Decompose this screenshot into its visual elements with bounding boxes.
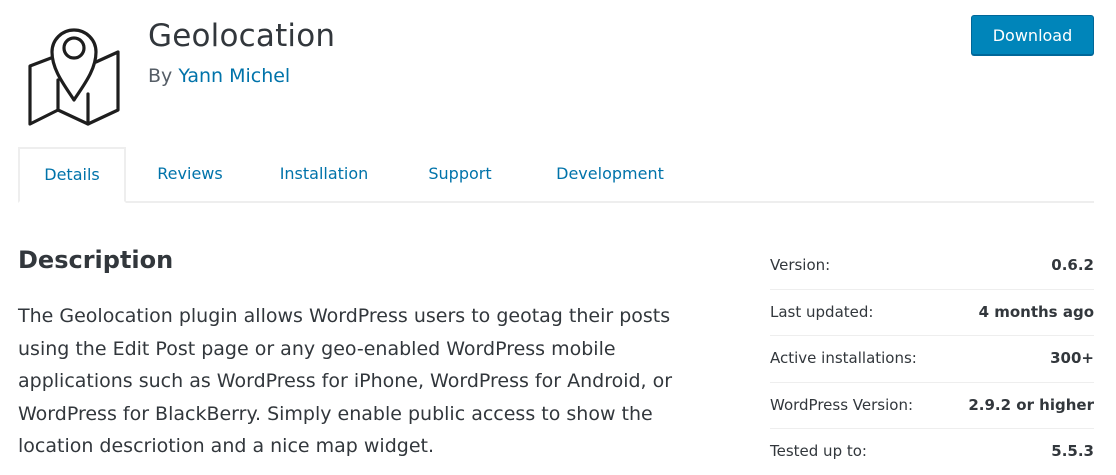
meta-row-tested-up-to: Tested up to: 5.5.3: [770, 429, 1094, 475]
description-text: The Geolocation plugin allows WordPress …: [18, 305, 673, 457]
byline-prefix: By: [148, 65, 179, 87]
plugin-meta: Version: 0.6.2 Last updated: 4 months ag…: [770, 243, 1094, 475]
plugin-title: Geolocation: [148, 18, 336, 54]
plugin-tabs: Details Reviews Installation Support Dev…: [18, 147, 1094, 203]
description-heading: Description: [18, 246, 174, 274]
meta-value: 300+: [1050, 349, 1094, 367]
meta-row-wordpress-version: WordPress Version: 2.9.2 or higher: [770, 383, 1094, 429]
tab-reviews[interactable]: Reviews: [144, 147, 236, 201]
plugin-byline: By Yann Michel: [148, 65, 290, 87]
meta-value: 0.6.2: [1051, 256, 1094, 274]
download-button[interactable]: Download: [971, 15, 1094, 55]
meta-label: WordPress Version:: [770, 395, 914, 414]
plugin-icon: [18, 14, 130, 126]
meta-row-last-updated: Last updated: 4 months ago: [770, 290, 1094, 336]
meta-label: Active installations:: [770, 349, 917, 367]
meta-row-active-installations: Active installations: 300+: [770, 336, 1094, 383]
meta-value: 5.5.3: [1051, 442, 1094, 460]
author-link[interactable]: Yann Michel: [178, 65, 290, 87]
meta-value: 2.9.2 or higher: [968, 395, 1094, 414]
meta-label: Version:: [770, 256, 831, 274]
tab-details[interactable]: Details: [18, 147, 126, 203]
meta-label: Last updated:: [770, 302, 874, 321]
meta-value: 4 months ago: [978, 302, 1094, 321]
meta-row-version: Version: 0.6.2: [770, 243, 1094, 290]
tab-support[interactable]: Support: [414, 147, 506, 201]
meta-label: Tested up to:: [770, 442, 867, 460]
tab-installation[interactable]: Installation: [268, 147, 380, 201]
map-pin-icon: [28, 28, 120, 126]
tab-development[interactable]: Development: [536, 147, 684, 201]
